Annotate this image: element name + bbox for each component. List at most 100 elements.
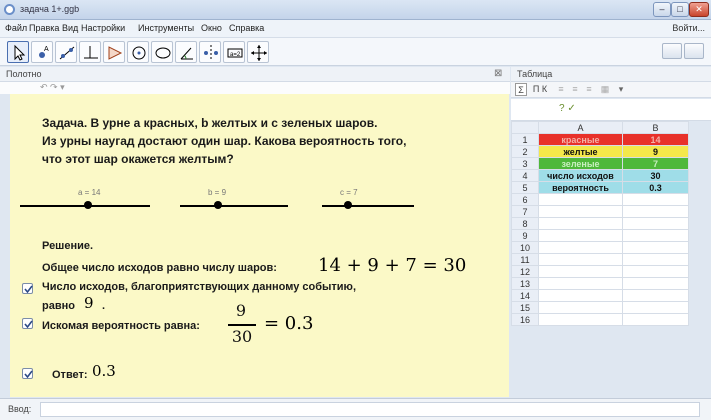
align-center-icon[interactable]: ≡ bbox=[569, 83, 581, 96]
cell-b[interactable] bbox=[622, 217, 689, 230]
menu-view[interactable]: Вид bbox=[62, 23, 78, 33]
reflect-tool-button[interactable] bbox=[199, 41, 221, 63]
conic-tool-button[interactable] bbox=[151, 41, 173, 63]
cell-a[interactable]: число исходов bbox=[538, 169, 623, 182]
cell-a[interactable] bbox=[538, 253, 623, 266]
circle-tool-button[interactable] bbox=[127, 41, 149, 63]
checkbox-favorable[interactable] bbox=[22, 283, 33, 294]
row-header[interactable]: 12 bbox=[511, 265, 539, 278]
cell-b[interactable]: 30 bbox=[622, 169, 689, 182]
cell-b[interactable]: 14 bbox=[622, 133, 689, 146]
input-field[interactable] bbox=[40, 402, 700, 417]
perpendicular-icon bbox=[84, 46, 98, 59]
input-bar-toggle-icon[interactable]: Σ bbox=[515, 83, 527, 96]
move-view-tool-button[interactable] bbox=[247, 41, 269, 63]
slider-c-track[interactable] bbox=[322, 205, 414, 207]
column-header-b[interactable]: B bbox=[622, 121, 689, 134]
table-row: 9 bbox=[511, 229, 689, 242]
input-bar: Ввод: bbox=[0, 398, 711, 420]
cell-b[interactable]: 7 bbox=[622, 157, 689, 170]
row-header[interactable]: 11 bbox=[511, 253, 539, 266]
cell-a[interactable] bbox=[538, 193, 623, 206]
spreadsheet-input-bar[interactable]: ? ✓ bbox=[511, 99, 711, 121]
slider-b-track[interactable] bbox=[180, 205, 288, 207]
row-header[interactable]: 7 bbox=[511, 205, 539, 218]
cell-a[interactable] bbox=[538, 205, 623, 218]
row-header[interactable]: 13 bbox=[511, 277, 539, 290]
row-header[interactable]: 2 bbox=[511, 145, 539, 158]
menu-file[interactable]: Файл bbox=[5, 23, 27, 33]
row-header[interactable]: 14 bbox=[511, 289, 539, 302]
point-tool-button[interactable]: A bbox=[31, 41, 53, 63]
cell-a[interactable]: вероятность bbox=[538, 181, 623, 194]
row-header[interactable]: 9 bbox=[511, 229, 539, 242]
checkbox-answer[interactable] bbox=[22, 368, 33, 379]
menu-edit[interactable]: Правка bbox=[29, 23, 59, 33]
row-header[interactable]: 3 bbox=[511, 157, 539, 170]
slider-a-handle[interactable] bbox=[84, 201, 92, 209]
table-row: 4 число исходов 30 bbox=[511, 169, 689, 182]
undo-icon[interactable] bbox=[662, 43, 682, 59]
color-dropdown-icon[interactable]: ▾ bbox=[615, 83, 627, 96]
cell-a[interactable] bbox=[538, 313, 623, 326]
maximize-button[interactable]: □ bbox=[671, 2, 689, 17]
row-header[interactable]: 10 bbox=[511, 241, 539, 254]
cell-b[interactable] bbox=[622, 277, 689, 290]
line-tool-button[interactable] bbox=[55, 41, 77, 63]
row-header[interactable]: 1 bbox=[511, 133, 539, 146]
cell-b[interactable] bbox=[622, 313, 689, 326]
align-left-icon[interactable]: ≡ bbox=[555, 83, 567, 96]
menu-tools[interactable]: Инструменты bbox=[138, 23, 194, 33]
cell-a[interactable] bbox=[538, 289, 623, 302]
cell-a[interactable] bbox=[538, 217, 623, 230]
table-row: 15 bbox=[511, 301, 689, 314]
cell-a[interactable] bbox=[538, 265, 623, 278]
cell-b[interactable] bbox=[622, 193, 689, 206]
redo-icon[interactable] bbox=[684, 43, 704, 59]
cell-a[interactable]: зеленые bbox=[538, 157, 623, 170]
cell-b[interactable] bbox=[622, 265, 689, 278]
align-right-icon[interactable]: ≡ bbox=[583, 83, 595, 96]
row-header[interactable]: 8 bbox=[511, 217, 539, 230]
cell-b[interactable]: 9 bbox=[622, 145, 689, 158]
menu-window[interactable]: Окно bbox=[201, 23, 222, 33]
bold-italic-buttons[interactable]: П К bbox=[529, 83, 551, 96]
row-header[interactable]: 15 bbox=[511, 301, 539, 314]
column-header-a[interactable]: A bbox=[538, 121, 623, 134]
row-header[interactable]: 4 bbox=[511, 169, 539, 182]
cell-a[interactable] bbox=[538, 229, 623, 242]
cell-b[interactable] bbox=[622, 205, 689, 218]
move-tool-button[interactable] bbox=[7, 41, 29, 63]
menu-settings[interactable]: Настройки bbox=[81, 23, 125, 33]
row-header[interactable]: 6 bbox=[511, 193, 539, 206]
checkbox-probability[interactable] bbox=[22, 318, 33, 329]
border-icon[interactable]: ▦ bbox=[599, 83, 611, 96]
cell-a[interactable] bbox=[538, 301, 623, 314]
cell-a[interactable]: желтые bbox=[538, 145, 623, 158]
cell-b[interactable] bbox=[622, 229, 689, 242]
slider-c-handle[interactable] bbox=[344, 201, 352, 209]
perpendicular-tool-button[interactable] bbox=[79, 41, 101, 63]
cell-a[interactable]: красные bbox=[538, 133, 623, 146]
cell-b[interactable] bbox=[622, 241, 689, 254]
undo-redo-controls[interactable]: ↶ ↷ ▾ bbox=[40, 82, 65, 93]
cell-b[interactable] bbox=[622, 253, 689, 266]
reflect-icon bbox=[204, 45, 218, 61]
confirm-input-icon[interactable]: ? ✓ bbox=[559, 103, 576, 114]
cell-b[interactable]: 0.3 bbox=[622, 181, 689, 194]
slider-b-handle[interactable] bbox=[214, 201, 222, 209]
minimize-button[interactable]: – bbox=[653, 2, 671, 17]
slider-tool-button[interactable]: a=2 bbox=[223, 41, 245, 63]
close-button[interactable]: ✕ bbox=[689, 2, 709, 17]
row-header[interactable]: 5 bbox=[511, 181, 539, 194]
cell-b[interactable] bbox=[622, 301, 689, 314]
polygon-tool-button[interactable] bbox=[103, 41, 125, 63]
menu-help[interactable]: Справка bbox=[229, 23, 264, 33]
cell-a[interactable] bbox=[538, 277, 623, 290]
login-link[interactable]: Войти... bbox=[672, 23, 705, 33]
row-header[interactable]: 16 bbox=[511, 313, 539, 326]
close-view-icon[interactable]: ⊠ bbox=[494, 68, 502, 79]
cell-a[interactable] bbox=[538, 241, 623, 254]
angle-tool-button[interactable] bbox=[175, 41, 197, 63]
cell-b[interactable] bbox=[622, 289, 689, 302]
